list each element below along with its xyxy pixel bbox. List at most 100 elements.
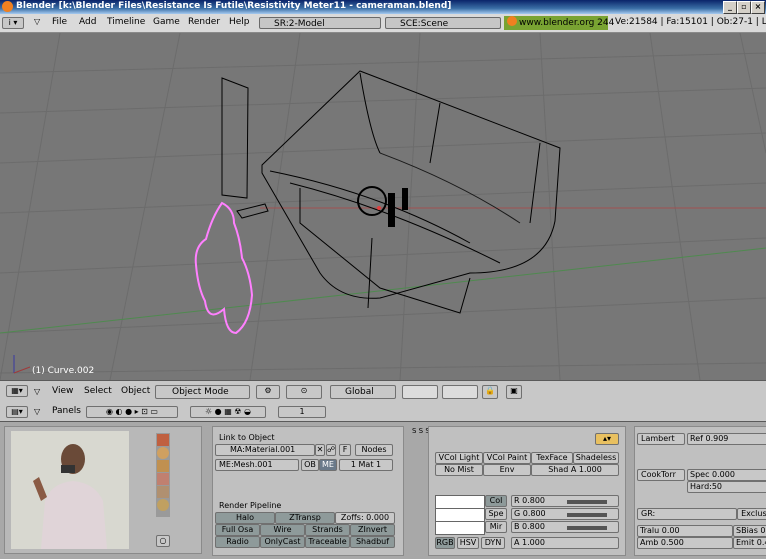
ob-button[interactable]: OB xyxy=(301,459,319,471)
no-mist-button[interactable]: No Mist xyxy=(435,464,483,476)
sky-preview-icon[interactable] xyxy=(157,499,169,511)
copy-paste-icon[interactable]: ▴▾ xyxy=(595,433,619,445)
specular-shader-selector[interactable]: CookTorr xyxy=(637,469,685,481)
orientation-selector[interactable]: Global xyxy=(330,385,396,399)
menu-select[interactable]: Select xyxy=(84,386,112,396)
full-osa-button[interactable]: Full Osa xyxy=(215,524,260,536)
wire-button[interactable]: Wire xyxy=(260,524,305,536)
shad-alpha-field[interactable]: Shad A 1.000 xyxy=(531,464,619,476)
traceable-button[interactable]: Traceable xyxy=(305,536,350,548)
mode-selector[interactable]: Object Mode xyxy=(155,385,250,399)
ref-slider[interactable]: Ref 0.909 xyxy=(687,433,766,445)
unlink-material-button[interactable]: ✕ xyxy=(315,444,325,456)
color-swatches[interactable] xyxy=(435,495,485,535)
camera-object[interactable] xyxy=(236,203,269,219)
viewport-canvas[interactable] xyxy=(0,33,766,380)
strands-button[interactable]: Strands xyxy=(305,524,350,536)
3d-viewport[interactable]: (1) Curve.002 xyxy=(0,33,766,380)
menu-view[interactable]: View xyxy=(52,386,73,396)
monkey-preview-icon[interactable] xyxy=(157,473,169,485)
lock-icon[interactable]: 🔒 xyxy=(482,385,498,399)
spe-tab[interactable]: Spe xyxy=(485,508,507,520)
mesh-field[interactable]: ME:Mesh.001 xyxy=(215,459,299,471)
close-button[interactable]: × xyxy=(751,1,765,14)
rgb-mode-button[interactable]: RGB xyxy=(435,537,455,549)
col-swatch[interactable] xyxy=(436,496,484,509)
scene-selector[interactable]: SCE:Scene xyxy=(385,17,501,29)
3d-view-header: ▦▾ ▽ View Select Object Object Mode ⚙ ⊙ … xyxy=(0,380,766,404)
collapse-menu-icon[interactable]: ▽ xyxy=(34,407,40,416)
hard-slider[interactable]: Hard:50 xyxy=(687,481,766,493)
mode-label: Object Mode xyxy=(172,387,229,397)
env-button[interactable]: Env xyxy=(483,464,531,476)
menu-file[interactable]: File xyxy=(52,17,67,27)
col-tab[interactable]: Col xyxy=(485,495,507,507)
mir-swatch[interactable] xyxy=(436,522,484,534)
me-button[interactable]: ME xyxy=(319,459,337,471)
halo-button[interactable]: Halo xyxy=(215,512,275,524)
spe-swatch[interactable] xyxy=(436,509,484,522)
sphere-preview-icon[interactable] xyxy=(157,447,169,459)
panel-tab-handle[interactable]: S S S xyxy=(412,428,430,435)
sub-context-buttons[interactable]: ☼ ● ▦ ☢ ◒ xyxy=(190,406,266,418)
flat-preview-icon[interactable] xyxy=(157,434,169,446)
hsv-mode-button[interactable]: HSV xyxy=(457,537,479,549)
collapse-menu-icon[interactable]: ▽ xyxy=(34,387,40,396)
frame-field[interactable]: 1 xyxy=(278,406,326,418)
vcol-light-button[interactable]: VCol Light xyxy=(435,452,483,464)
menu-add[interactable]: Add xyxy=(79,17,96,27)
pivot-selector[interactable]: ⚙ xyxy=(256,385,280,399)
maximize-button[interactable]: ▫ xyxy=(737,1,751,14)
context-buttons[interactable]: ◉ ◐ ● ▸ ⊡ ▭ xyxy=(86,406,178,418)
minimize-button[interactable]: _ xyxy=(723,1,737,14)
preview-type-buttons[interactable] xyxy=(156,433,170,517)
vcol-paint-button[interactable]: VCol Paint xyxy=(483,452,531,464)
tralu-slider[interactable]: Tralu 0.00 xyxy=(637,525,733,537)
layer-buttons-2[interactable] xyxy=(442,385,478,399)
manipulator-toggle[interactable]: ⊙ xyxy=(286,385,322,399)
render-icon[interactable]: ▣ xyxy=(506,385,522,399)
nodes-button[interactable]: Nodes xyxy=(355,444,393,456)
hair-preview-icon[interactable] xyxy=(157,486,169,498)
material-index-field[interactable]: 1 Mat 1 xyxy=(339,459,393,471)
exclusive-button[interactable]: Exclusi xyxy=(737,508,766,520)
buttons-type-button[interactable]: ▤▾ xyxy=(6,406,28,418)
camera-group[interactable] xyxy=(236,186,408,227)
collapse-menu-icon[interactable]: ▽ xyxy=(34,17,40,26)
shadeless-button[interactable]: Shadeless xyxy=(573,452,619,464)
shadbuf-button[interactable]: Shadbuf xyxy=(350,536,395,548)
dyn-mode-button[interactable]: DYN xyxy=(481,537,505,549)
window-type-button[interactable]: i ▾ xyxy=(2,17,24,29)
plane-object[interactable] xyxy=(221,77,249,199)
radio-button[interactable]: Radio xyxy=(215,536,260,548)
menu-game[interactable]: Game xyxy=(153,17,180,27)
menu-timeline[interactable]: Timeline xyxy=(107,17,145,27)
spec-slider[interactable]: Spec 0.000 xyxy=(687,469,766,481)
panels-menu[interactable]: Panels xyxy=(52,406,81,416)
diffuse-shader-selector[interactable]: Lambert xyxy=(637,433,685,445)
material-selector[interactable]: MA:Material.001 xyxy=(215,444,315,456)
menu-render[interactable]: Render xyxy=(188,17,220,27)
texface-button[interactable]: TexFace xyxy=(531,452,573,464)
alpha-slider[interactable]: A 1.000 xyxy=(511,537,619,549)
zinvert-button[interactable]: ZInvert xyxy=(350,524,395,536)
layer-buttons-1[interactable] xyxy=(402,385,438,399)
view-type-button[interactable]: ▦▾ xyxy=(6,385,28,397)
preview-settings-button[interactable]: ○ xyxy=(156,535,170,547)
amb-slider[interactable]: Amb 0.500 xyxy=(637,537,733,549)
f-button[interactable]: F xyxy=(339,444,351,456)
sbias-slider[interactable]: SBias 0. xyxy=(733,525,766,537)
cube-preview-icon[interactable] xyxy=(157,460,169,472)
website-link[interactable]: www.blender.org 244 xyxy=(504,16,614,30)
fake-user-icon[interactable]: ☍ xyxy=(326,444,336,456)
group-field[interactable]: GR: xyxy=(637,508,737,520)
zoffs-field[interactable]: Zoffs: 0.000 xyxy=(335,512,395,524)
emit-slider[interactable]: Emit 0.40 xyxy=(733,537,766,549)
mir-tab[interactable]: Mir xyxy=(485,521,507,533)
menu-object[interactable]: Object xyxy=(121,386,150,396)
onlycast-button[interactable]: OnlyCast xyxy=(260,536,305,548)
ztransp-button[interactable]: ZTransp xyxy=(275,512,335,524)
screen-selector[interactable]: SR:2-Model xyxy=(259,17,381,29)
menu-help[interactable]: Help xyxy=(229,17,250,27)
selected-curve-object[interactable] xyxy=(194,201,254,335)
